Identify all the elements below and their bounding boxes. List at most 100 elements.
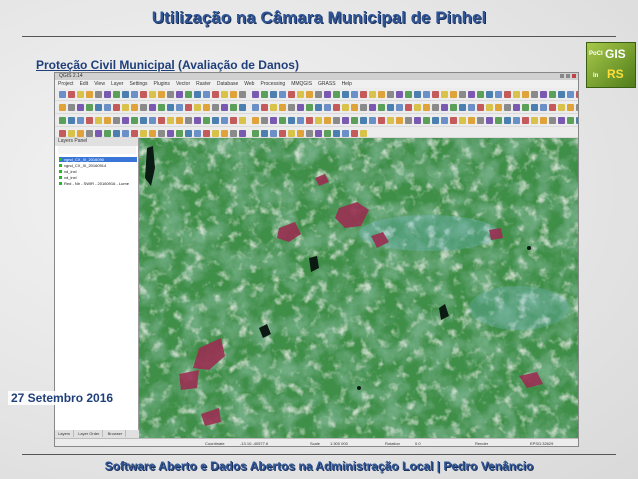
toolbar-button-icon[interactable] [176,130,183,137]
toolbar-button-icon[interactable] [306,91,313,98]
menu-item[interactable]: Web [241,80,257,88]
toolbar-button-icon[interactable] [297,117,304,124]
toolbar-button-icon[interactable] [558,91,565,98]
toolbar-button-icon[interactable] [549,91,556,98]
layer-visibility-checkbox[interactable] [59,164,62,168]
toolbar-button-icon[interactable] [158,130,165,137]
toolbar-button-icon[interactable] [261,104,268,111]
menu-item[interactable]: Raster [193,80,214,88]
map-canvas[interactable] [139,138,578,438]
toolbar-button-icon[interactable] [167,104,174,111]
toolbar-button-icon[interactable] [113,91,120,98]
toolbar-button-icon[interactable] [342,104,349,111]
toolbar-button-icon[interactable] [297,130,304,137]
toolbar-button-icon[interactable] [149,130,156,137]
toolbar-button-icon[interactable] [122,117,129,124]
menu-item[interactable]: Project [55,80,77,88]
toolbar-button-icon[interactable] [333,91,340,98]
toolbar-button-icon[interactable] [68,104,75,111]
layer-item[interactable]: vgnd_CX_Xl_20160914 [59,163,137,168]
toolbar-button-icon[interactable] [131,91,138,98]
toolbar-button-icon[interactable] [113,130,120,137]
toolbar-button-icon[interactable] [540,91,547,98]
toolbar-button-icon[interactable] [387,91,394,98]
toolbar-button-icon[interactable] [432,117,439,124]
toolbar-button-icon[interactable] [68,117,75,124]
maximize-icon[interactable] [566,74,570,78]
toolbar-button-icon[interactable] [513,91,520,98]
coordinate-readout[interactable]: -13.10.-40577.6 [240,441,268,446]
layer-visibility-checkbox[interactable] [59,170,62,174]
toolbar-button-icon[interactable] [140,130,147,137]
toolbar-button-icon[interactable] [387,104,394,111]
toolbar-button-icon[interactable] [203,130,210,137]
toolbar-button-icon[interactable] [131,104,138,111]
toolbar-button-icon[interactable] [270,104,277,111]
toolbar-button-icon[interactable] [459,104,466,111]
toolbar-button-icon[interactable] [194,130,201,137]
toolbar-button-icon[interactable] [495,117,502,124]
toolbar-button-icon[interactable] [221,104,228,111]
toolbar-button-icon[interactable] [351,104,358,111]
toolbar-button-icon[interactable] [468,104,475,111]
toolbar-button-icon[interactable] [414,117,421,124]
toolbar-button-icon[interactable] [288,91,295,98]
toolbar-button-icon[interactable] [450,104,457,111]
toolbar-button-icon[interactable] [140,91,147,98]
toolbar-button-icon[interactable] [342,117,349,124]
toolbar-button-icon[interactable] [131,130,138,137]
toolbar-button-icon[interactable] [333,117,340,124]
toolbar-button-icon[interactable] [360,117,367,124]
toolbar-button-icon[interactable] [315,91,322,98]
toolbar-button-icon[interactable] [333,104,340,111]
toolbar-button-icon[interactable] [315,117,322,124]
toolbar-button-icon[interactable] [279,91,286,98]
toolbar-button-icon[interactable] [194,91,201,98]
toolbar-button-icon[interactable] [230,130,237,137]
toolbar-button-icon[interactable] [423,104,430,111]
toolbar-button-icon[interactable] [122,104,129,111]
layer-item[interactable]: vd_inxl [59,169,137,174]
toolbar-button-icon[interactable] [104,130,111,137]
toolbar-button-icon[interactable] [252,130,259,137]
toolbar-button-icon[interactable] [387,117,394,124]
toolbar-button-icon[interactable] [221,130,228,137]
menu-item[interactable]: Edit [77,80,92,88]
toolbar-button-icon[interactable] [342,91,349,98]
toolbar-button-icon[interactable] [270,91,277,98]
menu-item[interactable]: Vector [173,80,193,88]
toolbar-button-icon[interactable] [158,104,165,111]
toolbar-button-icon[interactable] [261,91,268,98]
crs-button[interactable]: EPSG:32629 [530,441,553,446]
toolbar-button-icon[interactable] [122,91,129,98]
layer-item[interactable]: Red - Nir - SWIR - 20160916 - Lume [59,181,137,186]
toolbar-button-icon[interactable] [194,117,201,124]
toolbar-button-icon[interactable] [185,91,192,98]
toolbar-button-icon[interactable] [221,117,228,124]
toolbar-button-icon[interactable] [306,117,313,124]
toolbar-button-icon[interactable] [167,130,174,137]
toolbar-button-icon[interactable] [486,117,493,124]
toolbar-button-icon[interactable] [122,130,129,137]
toolbar-button-icon[interactable] [185,104,192,111]
toolbar-button-icon[interactable] [468,117,475,124]
render-checkbox[interactable]: Render [475,441,488,446]
tab-layer-order[interactable]: Layer Order [75,430,104,437]
toolbar-button-icon[interactable] [558,117,565,124]
menu-item[interactable]: Settings [126,80,150,88]
toolbar-button-icon[interactable] [261,117,268,124]
toolbar-button-icon[interactable] [239,104,246,111]
toolbar-button-icon[interactable] [567,104,574,111]
toolbar-button-icon[interactable] [441,104,448,111]
toolbar-button-icon[interactable] [414,104,421,111]
toolbar-button-icon[interactable] [113,117,120,124]
toolbar-button-icon[interactable] [95,130,102,137]
toolbar-button-icon[interactable] [549,117,556,124]
toolbar-button-icon[interactable] [158,117,165,124]
toolbar-button-icon[interactable] [86,104,93,111]
toolbar-button-icon[interactable] [77,91,84,98]
toolbar-button-icon[interactable] [396,91,403,98]
toolbar-button-icon[interactable] [477,117,484,124]
toolbar-button-icon[interactable] [468,91,475,98]
toolbar-button-icon[interactable] [315,104,322,111]
